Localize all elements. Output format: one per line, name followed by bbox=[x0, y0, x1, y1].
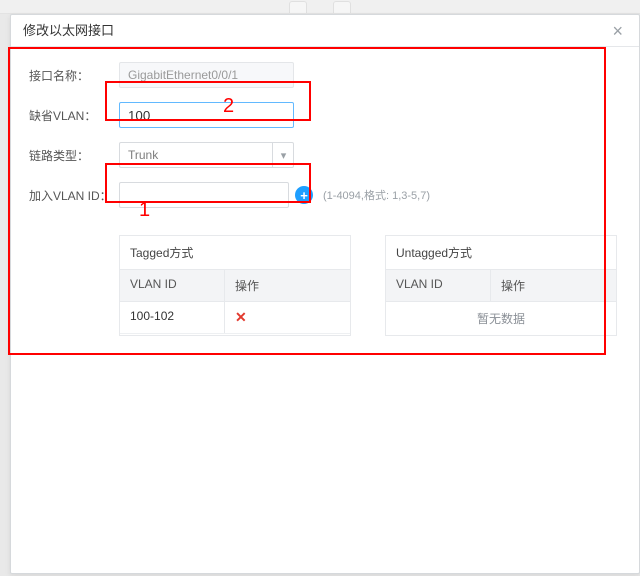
tagged-title: Tagged方式 bbox=[120, 236, 350, 270]
untagged-table-head: VLAN ID 操作 bbox=[386, 270, 616, 302]
untagged-empty: 暂无数据 bbox=[386, 302, 616, 335]
tagged-col-op: 操作 bbox=[225, 270, 350, 301]
default-vlan-input[interactable] bbox=[119, 102, 294, 128]
interface-name-label: 接口名称： bbox=[29, 67, 119, 84]
delete-icon[interactable]: ✕ bbox=[235, 309, 247, 325]
add-vlan-input[interactable] bbox=[119, 182, 289, 208]
row-interface-name: 接口名称： GigabitEthernet0/0/1 bbox=[29, 61, 621, 89]
tagged-row-id: 100-102 bbox=[120, 302, 225, 333]
background-tabbar bbox=[0, 0, 640, 14]
bg-tab bbox=[333, 1, 351, 13]
untagged-table: Untagged方式 VLAN ID 操作 暂无数据 bbox=[385, 235, 617, 336]
bg-tab bbox=[289, 1, 307, 13]
add-vlan-label: 加入VLAN ID： bbox=[29, 187, 119, 204]
plus-icon: + bbox=[300, 189, 308, 202]
row-default-vlan: 缺省VLAN： bbox=[29, 101, 621, 129]
untagged-title: Untagged方式 bbox=[386, 236, 616, 270]
tagged-col-id: VLAN ID bbox=[120, 270, 225, 301]
link-type-label: 链路类型： bbox=[29, 147, 119, 164]
chevron-down-icon: ▾ bbox=[272, 142, 294, 168]
default-vlan-label: 缺省VLAN： bbox=[29, 107, 119, 124]
table-row: 100-102 ✕ bbox=[120, 302, 350, 334]
add-vlan-button[interactable]: + bbox=[295, 186, 313, 204]
modal-title: 修改以太网接口 bbox=[23, 15, 114, 47]
vlan-tables: Tagged方式 VLAN ID 操作 100-102 ✕ Untagged方式… bbox=[119, 235, 621, 336]
untagged-col-op: 操作 bbox=[491, 270, 616, 301]
link-type-value: Trunk bbox=[119, 142, 294, 168]
row-link-type: 链路类型： Trunk ▾ bbox=[29, 141, 621, 169]
tagged-table: Tagged方式 VLAN ID 操作 100-102 ✕ bbox=[119, 235, 351, 336]
interface-name-value: GigabitEthernet0/0/1 bbox=[119, 62, 294, 88]
modal-edit-ethernet: 修改以太网接口 × 2 1 接口名称： GigabitEthernet0/0/1… bbox=[10, 14, 640, 574]
tagged-table-head: VLAN ID 操作 bbox=[120, 270, 350, 302]
close-icon[interactable]: × bbox=[608, 15, 627, 47]
row-add-vlan: 加入VLAN ID： + (1-4094,格式: 1,3-5,7) bbox=[29, 181, 621, 209]
modal-body: 2 1 接口名称： GigabitEthernet0/0/1 缺省VLAN： 链… bbox=[11, 47, 639, 350]
untagged-col-id: VLAN ID bbox=[386, 270, 491, 301]
add-vlan-hint: (1-4094,格式: 1,3-5,7) bbox=[323, 187, 430, 203]
modal-header: 修改以太网接口 × bbox=[11, 15, 639, 47]
link-type-select[interactable]: Trunk ▾ bbox=[119, 142, 294, 168]
